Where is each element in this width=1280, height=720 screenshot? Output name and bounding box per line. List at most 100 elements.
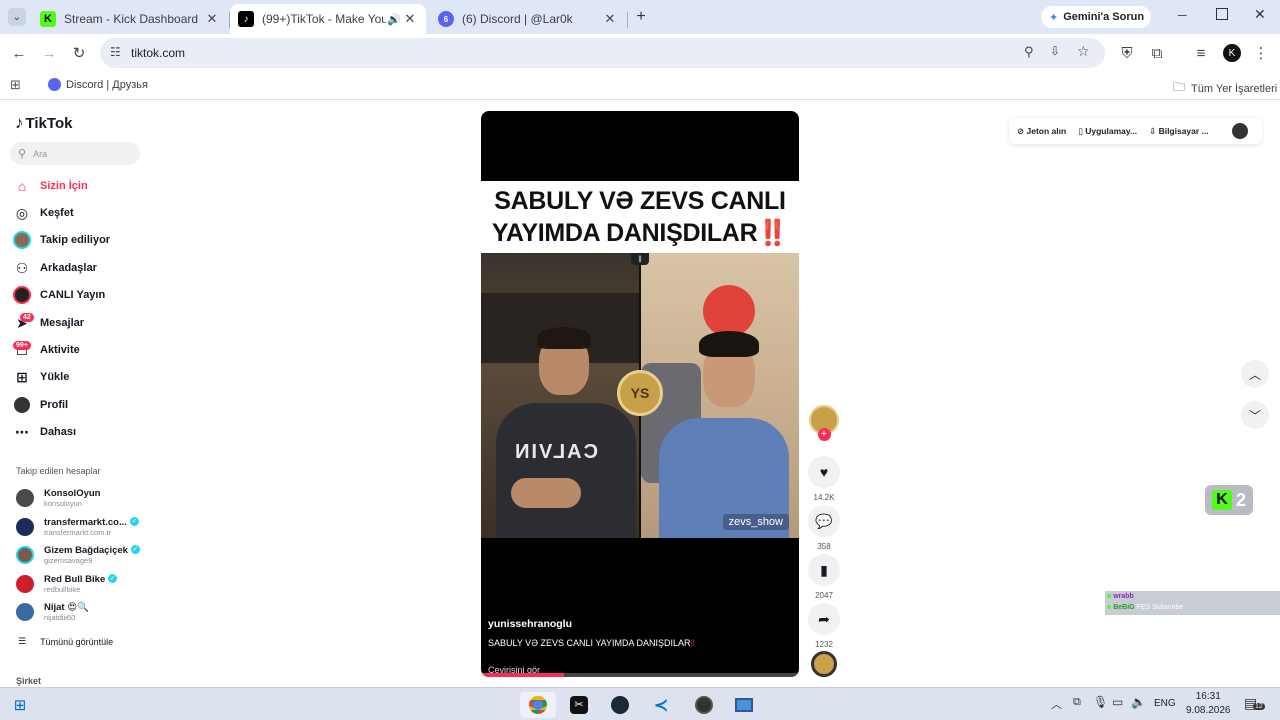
headline-line-2: YAYIMDA DANIŞDILAR: [491, 219, 758, 247]
nav-label: Yükle: [40, 371, 70, 383]
progress-bar[interactable]: [481, 673, 799, 677]
show-hidden-icons[interactable]: ︿: [1051, 696, 1062, 712]
followed-account[interactable]: Gizem Bağdaçiçek ✓ gizemsavage9: [16, 542, 140, 568]
vscode-icon: ≺: [653, 694, 669, 715]
next-video-button[interactable]: ﹀: [1241, 401, 1269, 429]
creator-avatar[interactable]: +: [808, 405, 840, 441]
url-text: tiktok.com: [131, 46, 186, 60]
kick-icon: ■: [1107, 604, 1112, 611]
previous-video-button[interactable]: ︿: [1241, 360, 1269, 388]
language-indicator[interactable]: ENG: [1154, 698, 1176, 709]
video-player[interactable]: SABULY VƏ ZEVS CANLI YAYIMDA DANIŞDILAR‼…: [481, 111, 799, 677]
share-button[interactable]: ➦ 1232: [808, 603, 840, 649]
tab-search-button[interactable]: ⌄: [8, 8, 26, 26]
follow-plus-icon[interactable]: +: [817, 428, 831, 441]
clock[interactable]: 16:31 9.08.2026: [1186, 690, 1231, 718]
nav-live[interactable]: CANLI Yayın: [12, 283, 105, 307]
speaker-icon[interactable]: 🔊: [386, 13, 402, 26]
nav-explore[interactable]: ◎ Keşfet: [12, 201, 74, 225]
maximize-button[interactable]: [1216, 8, 1228, 20]
account-handle: redbullbike: [44, 584, 81, 594]
save-button[interactable]: ▮ 2047: [808, 554, 840, 600]
tab-discord[interactable]: 6 (6) Discord | @Lar0k ✕: [430, 4, 626, 34]
nav-profile[interactable]: Profil: [12, 393, 68, 417]
get-app-button[interactable]: ▯ Uygulamay...: [1078, 126, 1137, 137]
start-button[interactable]: ⊞: [2, 692, 38, 718]
bookmark-discord[interactable]: Discord | Друзья: [48, 78, 148, 91]
volume-icon[interactable]: 🔈: [1131, 695, 1146, 709]
microphone-icon[interactable]: 🎙: [1093, 695, 1108, 709]
new-tab-button[interactable]: +: [632, 8, 650, 26]
person-hair: [699, 331, 759, 357]
extensions-icon[interactable]: ⧉: [1146, 42, 1168, 64]
bookmark-star-icon[interactable]: ☆: [1077, 43, 1090, 60]
back-icon[interactable]: ←: [8, 42, 30, 64]
search-box[interactable]: ⚲ Ara: [10, 142, 140, 165]
tab-separator: [627, 12, 628, 28]
pause-indicator[interactable]: ‖: [631, 253, 649, 265]
gemini-button[interactable]: ✦ Gemini'a Sorun: [1041, 6, 1151, 28]
see-all-link[interactable]: ☰ Tümünü görüntüle: [18, 636, 113, 647]
followed-account[interactable]: Nijat 😍🔍 nijatdiii60: [16, 599, 89, 625]
apps-grid-icon[interactable]: ⊞: [10, 77, 21, 93]
all-bookmarks[interactable]: 🗀 Tüm Yer İşaretleri: [1173, 78, 1277, 99]
minimize-button[interactable]: ─: [1178, 8, 1194, 22]
followed-account[interactable]: Red Bull Bike ✓ redbullbike: [16, 571, 118, 597]
caption-text: SABULY VƏ ZEVS CANLI YAYIMDA DANIŞDILAR: [488, 638, 691, 648]
upload-icon: ⊞: [16, 368, 28, 385]
profile-avatar[interactable]: K: [1221, 42, 1243, 64]
shirt-text: CALVIN: [513, 441, 598, 463]
tray-icon[interactable]: ⧉: [1073, 696, 1081, 709]
close-window-button[interactable]: ✕: [1254, 6, 1266, 23]
music-disc[interactable]: [808, 651, 840, 677]
kick-icon: K: [40, 11, 56, 27]
desktop-app-label: Bilgisayar ...: [1158, 125, 1209, 136]
following-avatar-icon: [12, 230, 32, 250]
avatar: [16, 518, 34, 536]
taskbar-steam[interactable]: [602, 692, 638, 718]
nav-upload[interactable]: ⊞ Yükle: [12, 365, 69, 389]
account-handle: nijatdiii60: [44, 612, 76, 622]
coins-button[interactable]: ⊘ Jeton alın: [1017, 126, 1066, 137]
nav-for-you[interactable]: ⌂ Sizin İçin: [12, 174, 88, 198]
user-avatar[interactable]: [1231, 123, 1248, 139]
top-actions-bar: ⊘ Jeton alın ▯ Uygulamay... ⇩ Bilgisayar…: [1009, 118, 1262, 144]
tiktok-logo[interactable]: ♪ TikTok: [15, 113, 72, 133]
taskbar-chrome[interactable]: [520, 692, 556, 718]
close-icon[interactable]: ✕: [602, 11, 618, 27]
share-icon: ➦: [808, 603, 840, 635]
install-app-icon[interactable]: ⇩: [1050, 44, 1060, 58]
network-icon[interactable]: ▭: [1112, 695, 1123, 709]
zoom-icon[interactable]: ⚲: [1024, 44, 1034, 60]
followed-account[interactable]: transfermarkt.co... ✓ transfermarkt.com.tr: [16, 514, 139, 540]
taskbar-capcut[interactable]: ✂: [561, 692, 597, 718]
media-control-icon[interactable]: ≡: [1190, 42, 1212, 64]
notifications-button[interactable]: ▤ 12: [1244, 695, 1265, 713]
comment-button[interactable]: 💬 358: [808, 505, 840, 551]
close-icon[interactable]: ✕: [204, 11, 220, 27]
tiktok-page: ♪ TikTok ⚲ Ara ⌂ Sizin İçin ◎ Keşfet Takip…: [0, 101, 1280, 687]
kick-icon: ■: [1107, 593, 1112, 600]
get-app-label: Uygulamay...: [1085, 125, 1138, 136]
followed-account[interactable]: KonsolOyun konsoloyun: [16, 485, 100, 511]
video-author[interactable]: yunissehranoglu: [488, 618, 572, 630]
shield-extension-icon[interactable]: ⛨: [1116, 42, 1138, 64]
like-button[interactable]: ♥ 14.2K: [808, 456, 840, 502]
address-bar[interactable]: ☷ tiktok.com ⚲ ⇩ ☆: [100, 38, 1105, 68]
taskbar-obs[interactable]: [686, 692, 722, 718]
close-icon[interactable]: ✕: [402, 11, 418, 27]
tab-tiktok[interactable]: ♪ (99+)TikTok - Make Your Da 🔊 ✕: [230, 4, 426, 34]
tab-kick-dashboard[interactable]: K Stream - Kick Dashboard ✕: [32, 4, 228, 34]
forward-icon[interactable]: →: [38, 42, 60, 64]
taskbar-app[interactable]: [726, 692, 762, 718]
nav-following[interactable]: Takip ediliyor: [12, 228, 110, 252]
desktop-app-button[interactable]: ⇩ Bilgisayar ...: [1149, 126, 1209, 137]
menu-icon[interactable]: ⋮: [1250, 42, 1272, 64]
nav-friends[interactable]: ⚇ Arkadaşlar: [12, 256, 97, 280]
following-section-title: Takip edilen hesaplar: [16, 466, 101, 476]
nav-more[interactable]: ⋯ Dahası: [12, 420, 76, 444]
site-info-icon[interactable]: ☷: [110, 45, 121, 59]
progress-fill: [481, 673, 564, 677]
taskbar-vscode[interactable]: ≺: [643, 692, 679, 718]
reload-icon[interactable]: ↻: [68, 42, 90, 64]
